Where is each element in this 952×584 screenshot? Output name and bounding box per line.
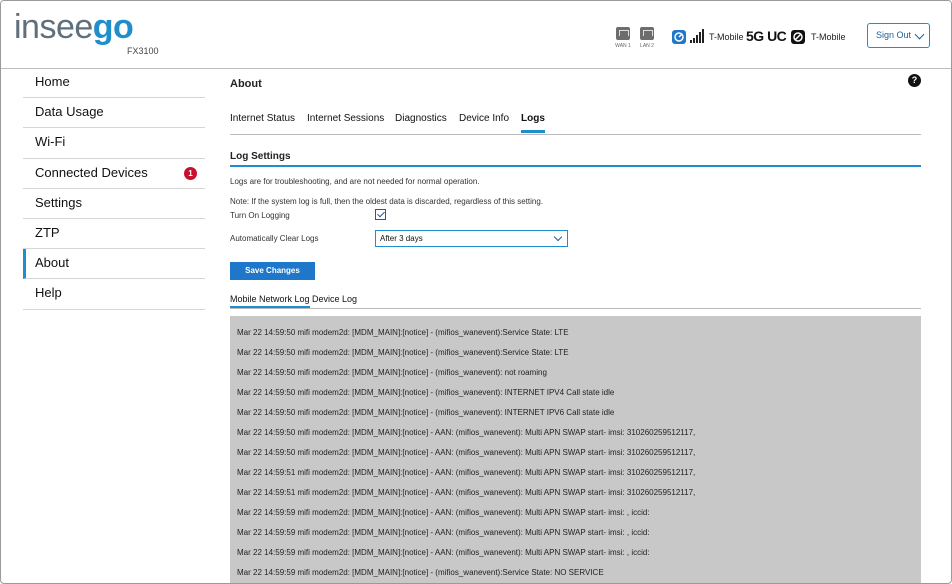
chevron-down-icon: [553, 232, 563, 242]
tab-mobile-network-log[interactable]: Mobile Network Log: [230, 294, 310, 308]
log-line: Mar 22 14:59:59 mifi modem2d: [MDM_MAIN]…: [237, 508, 650, 517]
log-line: Mar 22 14:59:50 mifi modem2d: [MDM_MAIN]…: [237, 428, 696, 437]
log-line: Mar 22 14:59:59 mifi modem2d: [MDM_MAIN]…: [237, 548, 650, 557]
save-changes-button[interactable]: Save Changes: [230, 262, 315, 280]
tab-device-log[interactable]: Device Log: [312, 294, 357, 304]
auto-clear-select[interactable]: After 3 days: [375, 230, 568, 247]
log-line: Mar 22 14:59:59 mifi modem2d: [MDM_MAIN]…: [237, 568, 604, 577]
wan-port-indicator: WAN 1: [613, 27, 633, 49]
log-line: Mar 22 14:59:59 mifi modem2d: [MDM_MAIN]…: [237, 528, 650, 537]
turn-on-logging-checkbox[interactable]: [375, 209, 386, 220]
sidebar-item-settings[interactable]: Settings: [23, 189, 205, 219]
sidebar-item-ztp[interactable]: ZTP: [23, 219, 205, 250]
help-icon[interactable]: ?: [908, 74, 921, 87]
log-line: Mar 22 14:59:50 mifi modem2d: [MDM_MAIN]…: [237, 448, 696, 457]
sidebar-nav: Home Data Usage Wi-Fi Connected Devices …: [23, 68, 205, 310]
log-line: Mar 22 14:59:51 mifi modem2d: [MDM_MAIN]…: [237, 488, 696, 497]
notification-badge: 1: [184, 166, 197, 180]
sidebar-item-data-usage[interactable]: Data Usage: [23, 98, 205, 129]
page-title: About: [230, 78, 262, 90]
tab-internet-sessions[interactable]: Internet Sessions: [307, 113, 384, 124]
auto-clear-label: Automatically Clear Logs: [230, 234, 319, 243]
sign-out-button[interactable]: Sign Out: [867, 23, 930, 48]
sidebar-item-about[interactable]: About: [23, 249, 205, 280]
section-divider: [230, 165, 921, 167]
tab-internet-status[interactable]: Internet Status: [230, 113, 295, 124]
secondary-carrier-name: T-Mobile: [811, 32, 846, 42]
turn-on-logging-label: Turn On Logging: [230, 211, 290, 220]
tab-logs[interactable]: Logs: [521, 113, 545, 133]
app-window: inseego FX3100 WAN 1 LAN 2 T-Mobile 5G U…: [0, 0, 952, 584]
inseego-logo: inseego: [14, 8, 134, 46]
sidebar-item-connected-devices[interactable]: Connected Devices 1: [23, 159, 205, 189]
log-line: Mar 22 14:59:50 mifi modem2d: [MDM_MAIN]…: [237, 348, 569, 357]
sidebar-item-home[interactable]: Home: [23, 68, 205, 99]
ethernet-port-icon: [640, 27, 654, 40]
tab-diagnostics[interactable]: Diagnostics: [395, 113, 447, 124]
log-line: Mar 22 14:59:50 mifi modem2d: [MDM_MAIN]…: [237, 408, 615, 417]
carrier-name: T-Mobile: [709, 32, 744, 42]
log-settings-title: Log Settings: [230, 151, 291, 162]
sim-icon: [791, 30, 805, 44]
log-note: Note: If the system log is full, then th…: [230, 197, 544, 206]
chevron-down-icon: [914, 29, 925, 40]
sim-icon: [672, 30, 686, 44]
sidebar-item-help[interactable]: Help: [23, 279, 205, 310]
signal-bars-icon: [690, 29, 706, 43]
ethernet-port-icon: [616, 27, 630, 40]
lan-port-indicator: LAN 2: [637, 27, 657, 49]
log-line: Mar 22 14:59:51 mifi modem2d: [MDM_MAIN]…: [237, 468, 696, 477]
log-line: Mar 22 14:59:50 mifi modem2d: [MDM_MAIN]…: [237, 368, 547, 377]
log-line: Mar 22 14:59:50 mifi modem2d: [MDM_MAIN]…: [237, 388, 615, 397]
log-description: Logs are for troubleshooting, and are no…: [230, 177, 480, 186]
tab-device-info[interactable]: Device Info: [459, 113, 509, 124]
about-tabs: Internet Status Internet Sessions Diagno…: [230, 111, 921, 135]
sidebar-item-wifi[interactable]: Wi-Fi: [23, 128, 205, 159]
log-output[interactable]: Mar 22 14:59:50 mifi modem2d: [MDM_MAIN]…: [230, 316, 921, 583]
network-type: 5G UC: [746, 28, 787, 44]
device-model: FX3100: [127, 46, 159, 56]
log-line: Mar 22 14:59:50 mifi modem2d: [MDM_MAIN]…: [237, 328, 569, 337]
log-type-tabs: Mobile Network Log Device Log: [230, 293, 921, 309]
top-header: inseego FX3100 WAN 1 LAN 2 T-Mobile 5G U…: [1, 1, 951, 69]
